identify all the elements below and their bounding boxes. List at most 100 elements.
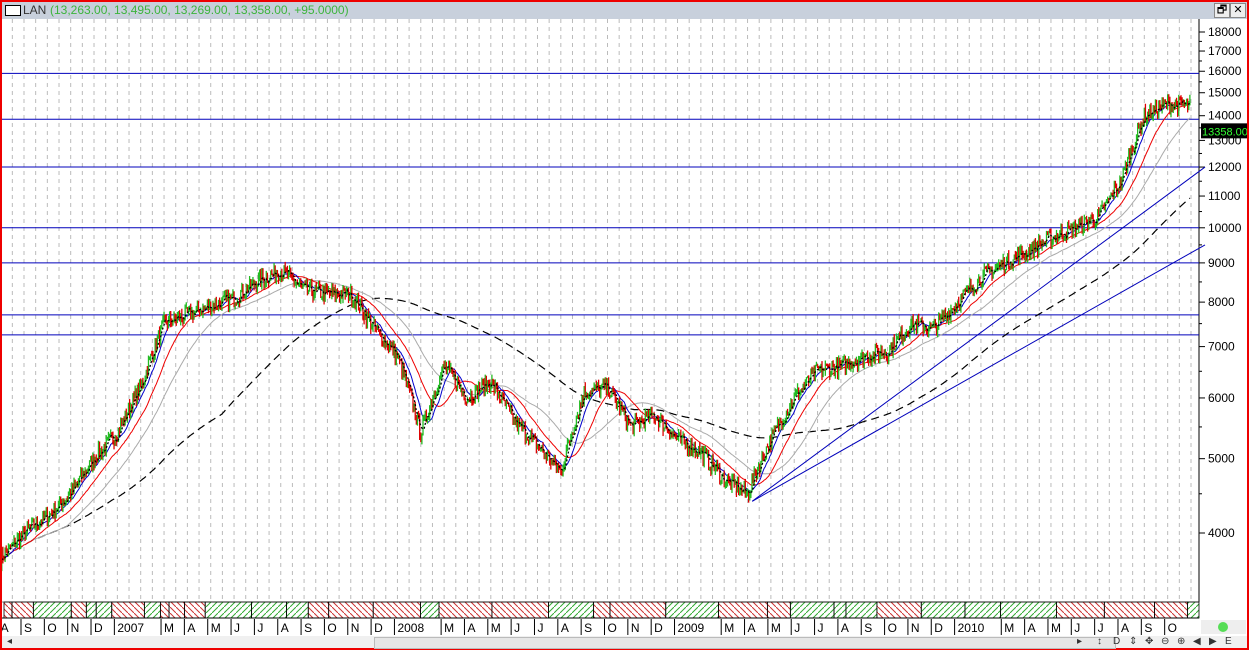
down-period (168, 601, 185, 619)
up-period (833, 601, 847, 619)
restore-button[interactable]: 🗗 (1214, 3, 1230, 18)
x-tick-label: M (491, 621, 501, 635)
ohlc-values: (13,263.00, 13,495.00, 13,269.00, 13,358… (50, 3, 349, 17)
x-tick-label: D (374, 621, 383, 635)
x-tick-label: S (864, 621, 872, 635)
x-tick-label: 2008 (397, 621, 424, 635)
x-tick-label: J (1098, 621, 1104, 635)
x-tick-label: A (467, 621, 475, 635)
x-tick-label: 2009 (678, 621, 705, 635)
scroll-tool-1[interactable]: D (1113, 636, 1120, 648)
down-period (11, 601, 34, 619)
x-tick-label: N (631, 621, 640, 635)
down-period (1103, 601, 1155, 619)
down-period (184, 601, 206, 619)
x-tick-label: 2007 (117, 621, 144, 635)
x-tick-label: M (211, 621, 221, 635)
x-tick-label: M (164, 621, 174, 635)
x-tick-label: N (911, 621, 920, 635)
down-period (609, 601, 667, 619)
x-tick-label: J (257, 621, 263, 635)
x-tick-label: M (1051, 621, 1061, 635)
y-tick-label: 9000 (1208, 256, 1235, 270)
y-tick-label: 18000 (1208, 25, 1242, 39)
y-tick-label: 6000 (1208, 391, 1235, 405)
x-tick-label: A (1028, 621, 1036, 635)
close-button[interactable]: ✕ (1230, 3, 1246, 18)
x-tick-label: S (1144, 621, 1152, 635)
x-tick-label: O (1168, 621, 1177, 635)
up-period (204, 601, 252, 619)
down-period (372, 601, 421, 619)
up-period (1187, 601, 1200, 619)
x-tick-label: A (281, 621, 289, 635)
x-tick-label: A (841, 621, 849, 635)
y-tick-label: 7000 (1208, 340, 1235, 354)
up-period (32, 601, 72, 619)
price-chart[interactable]: 4000 5000 6000 7000 8000 9000 10000 11000 12000 1… (2, 19, 1247, 636)
down-period (70, 601, 87, 619)
down-period (766, 601, 791, 619)
up-period (420, 601, 440, 619)
x-tick-label: J (794, 621, 800, 635)
up-period (845, 601, 878, 619)
down-period (159, 601, 170, 619)
y-tick-label: 8000 (1208, 295, 1235, 309)
window-icon (5, 5, 21, 16)
x-tick-label: N (351, 621, 360, 635)
x-tick-label: A (187, 621, 195, 635)
x-tick-label: N (71, 621, 80, 635)
x-tick-label: J (537, 621, 543, 635)
x-tick-label: 2010 (958, 621, 985, 635)
scroll-tool-5[interactable]: ⊕ (1177, 636, 1185, 648)
last-price-label: 13358.00 (1202, 126, 1247, 138)
scroll-tool-2[interactable]: ⇕ (1129, 636, 1137, 648)
x-tick-label: J (818, 621, 824, 635)
trend-line (751, 166, 1206, 502)
down-period (876, 601, 922, 619)
scroll-tool-7[interactable]: ▶ (1209, 636, 1217, 648)
x-tick-label: M (1004, 621, 1014, 635)
up-period (251, 601, 287, 619)
scroll-left-button[interactable]: ◂ (7, 636, 12, 648)
scroll-right-button[interactable]: ▸ (1077, 636, 1082, 648)
up-period (789, 601, 835, 619)
up-period (548, 601, 595, 619)
scroll-tool-8[interactable]: E (1225, 636, 1232, 648)
down-period (491, 601, 549, 619)
scroll-tool-0[interactable]: ↕ (1097, 636, 1102, 648)
down-period (328, 601, 374, 619)
y-tick-label: 15000 (1208, 86, 1242, 100)
scroll-tool-6[interactable]: ◀ (1193, 636, 1201, 648)
x-tick-label: J (1074, 621, 1080, 635)
scroll-tool-4[interactable]: ⊖ (1161, 636, 1169, 648)
down-period (1056, 601, 1105, 619)
x-tick-label: O (47, 621, 56, 635)
down-period (438, 601, 493, 619)
x-tick-label: D (654, 621, 663, 635)
x-tick-label: A (1121, 621, 1129, 635)
x-tick-label: D (94, 621, 103, 635)
x-tick-label: S (304, 621, 312, 635)
y-tick-label: 12000 (1208, 160, 1242, 174)
x-tick-label: J (234, 621, 240, 635)
up-period (286, 601, 309, 619)
y-tick-label: 5000 (1208, 452, 1235, 466)
up-period (1000, 601, 1057, 619)
x-tick-label: S (24, 621, 32, 635)
down-period (111, 601, 145, 619)
down-period (1154, 601, 1189, 619)
scroll-tool-3[interactable]: ✥ (1145, 636, 1153, 648)
up-period (665, 601, 719, 619)
up-period (85, 601, 97, 619)
x-tick-label: D (934, 621, 943, 635)
y-tick-label: 4000 (1208, 526, 1235, 540)
x-tick-label: A (561, 621, 569, 635)
status-smiley-icon (1218, 622, 1228, 632)
symbol-label: LAN (23, 3, 47, 17)
horizontal-scrollbar[interactable]: ◂ ▸ ↕ D ⇕ ✥ ⊖ ⊕ ◀ ▶ E (2, 636, 1247, 649)
up-period (964, 601, 1001, 619)
x-tick-label: M (724, 621, 734, 635)
down-period (307, 601, 330, 619)
scroll-thumb[interactable] (374, 637, 1116, 649)
